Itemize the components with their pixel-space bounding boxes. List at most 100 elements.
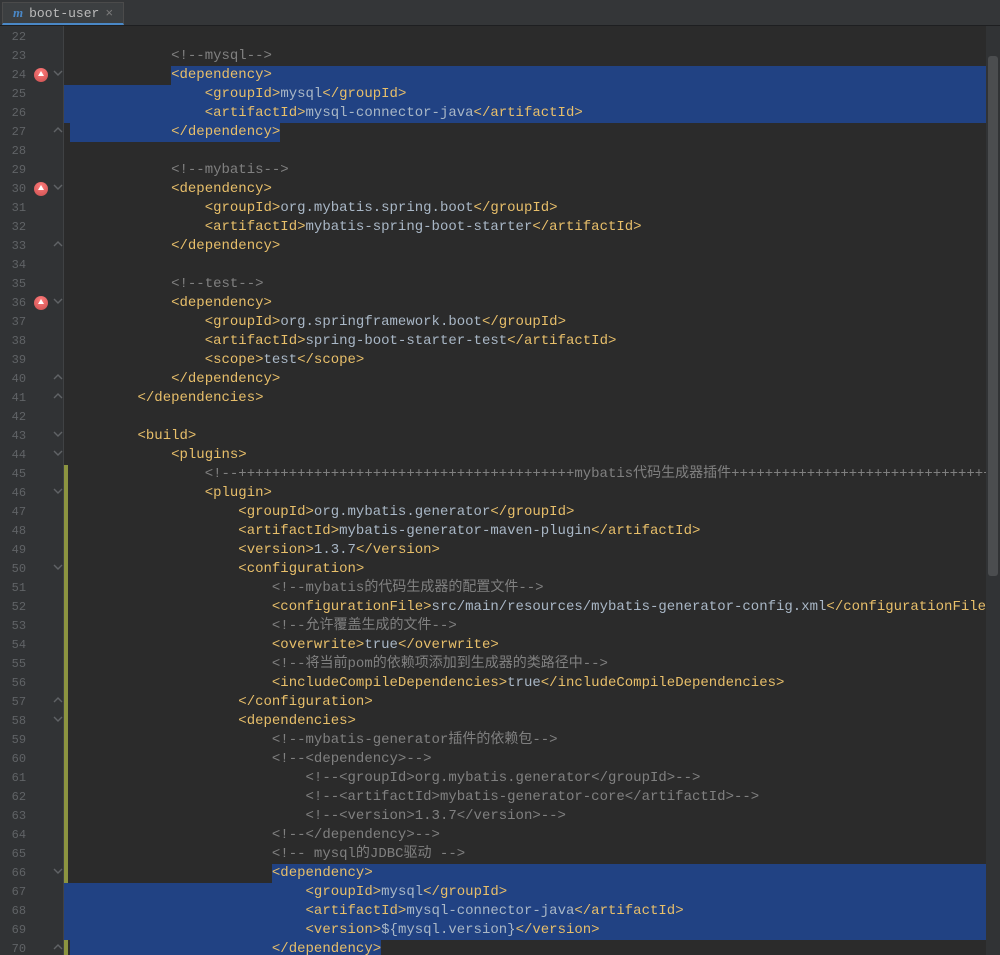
code-line[interactable]: <!--mysql--> (64, 47, 1000, 66)
fold-cell[interactable] (52, 294, 63, 313)
code-line[interactable]: </dependency> (64, 123, 1000, 142)
line-number: 59 (0, 731, 34, 750)
code-line[interactable]: <dependency> (64, 864, 1000, 883)
fold-cell[interactable] (52, 123, 63, 142)
vcs-change-marker (64, 598, 68, 617)
line-number: 50 (0, 560, 34, 579)
fold-cell (52, 579, 63, 598)
gutter-icon-cell (34, 47, 52, 66)
code-line[interactable]: <overwrite>true</overwrite> (64, 636, 1000, 655)
fold-gutter[interactable] (52, 26, 64, 955)
editor-area[interactable]: 2223242526272829303132333435363738394041… (0, 26, 1000, 955)
code-line[interactable]: <dependency> (64, 180, 1000, 199)
line-number: 32 (0, 218, 34, 237)
code-line[interactable]: <dependencies> (64, 712, 1000, 731)
code-line[interactable]: </dependency> (64, 940, 1000, 955)
code-line[interactable]: <plugin> (64, 484, 1000, 503)
code-line[interactable]: <!-- mysql的JDBC驱动 --> (64, 845, 1000, 864)
vcs-change-marker (64, 864, 68, 883)
fold-cell[interactable] (52, 693, 63, 712)
code-line[interactable]: <groupId>org.springframework.boot</group… (64, 313, 1000, 332)
code-line[interactable]: <!--test--> (64, 275, 1000, 294)
code-line[interactable]: </dependency> (64, 370, 1000, 389)
code-line[interactable]: <dependency> (64, 294, 1000, 313)
fold-cell[interactable] (52, 180, 63, 199)
code-line[interactable]: <includeCompileDependencies>true</includ… (64, 674, 1000, 693)
gutter-icon-cell (34, 579, 52, 598)
code-line[interactable]: <!--mybatis的代码生成器的配置文件--> (64, 579, 1000, 598)
tab-boot-user[interactable]: m boot-user × (2, 2, 124, 25)
vcs-change-marker (64, 750, 68, 769)
fold-cell[interactable] (52, 370, 63, 389)
code-line[interactable]: <groupId>mysql</groupId> (64, 883, 1000, 902)
code-line[interactable]: <!--<artifactId>mybatis-generator-core</… (64, 788, 1000, 807)
vcs-change-marker (64, 807, 68, 826)
close-icon[interactable]: × (105, 7, 113, 20)
vcs-change-marker (64, 560, 68, 579)
code-line[interactable]: <!--</dependency>--> (64, 826, 1000, 845)
fold-cell (52, 807, 63, 826)
gutter-icon-cell (34, 541, 52, 560)
code-line[interactable]: <configurationFile>src/main/resources/my… (64, 598, 1000, 617)
tab-bar: m boot-user × (0, 0, 1000, 26)
fold-cell (52, 256, 63, 275)
code-line[interactable] (64, 408, 1000, 427)
code-line[interactable]: <version>${mysql.version}</version> (64, 921, 1000, 940)
code-line[interactable]: <!--允许覆盖生成的文件--> (64, 617, 1000, 636)
code-line[interactable]: <artifactId>mybatis-spring-boot-starter<… (64, 218, 1000, 237)
code-line[interactable]: <artifactId>mysql-connector-java</artifa… (64, 902, 1000, 921)
fold-cell (52, 617, 63, 636)
code-line[interactable]: <artifactId>spring-boot-starter-test</ar… (64, 332, 1000, 351)
code-line[interactable]: <!--<version>1.3.7</version>--> (64, 807, 1000, 826)
code-line[interactable]: <artifactId>mybatis-generator-maven-plug… (64, 522, 1000, 541)
implementing-up-icon[interactable] (34, 68, 48, 82)
code-line[interactable]: <!--将当前pom的依赖项添加到生成器的类路径中--> (64, 655, 1000, 674)
code-line[interactable] (64, 256, 1000, 275)
code-line[interactable] (64, 142, 1000, 161)
fold-cell[interactable] (52, 237, 63, 256)
fold-cell[interactable] (52, 389, 63, 408)
fold-cell[interactable] (52, 940, 63, 955)
gutter-icon-cell (34, 522, 52, 541)
code-line[interactable]: <!--<dependency>--> (64, 750, 1000, 769)
fold-cell (52, 351, 63, 370)
code-line[interactable]: <!--mybatis-generator插件的依赖包--> (64, 731, 1000, 750)
line-number: 47 (0, 503, 34, 522)
fold-cell[interactable] (52, 560, 63, 579)
code-line[interactable]: <plugins> (64, 446, 1000, 465)
code-line[interactable]: </dependencies> (64, 389, 1000, 408)
code-line[interactable]: <configuration> (64, 560, 1000, 579)
fold-cell[interactable] (52, 446, 63, 465)
vertical-scrollbar[interactable] (986, 26, 1000, 955)
fold-cell[interactable] (52, 427, 63, 446)
fold-cell[interactable] (52, 712, 63, 731)
code-line[interactable]: <!--<groupId>org.mybatis.generator</grou… (64, 769, 1000, 788)
line-number: 24 (0, 66, 34, 85)
implementing-up-icon[interactable] (34, 296, 48, 310)
code-line[interactable]: <build> (64, 427, 1000, 446)
code-line[interactable]: </configuration> (64, 693, 1000, 712)
gutter-icon-cell (34, 218, 52, 237)
code-line[interactable]: <dependency> (64, 66, 1000, 85)
fold-cell[interactable] (52, 864, 63, 883)
code-line[interactable]: </dependency> (64, 237, 1000, 256)
code-line[interactable]: <artifactId>mysql-connector-java</artifa… (64, 104, 1000, 123)
code-line[interactable]: <!--mybatis--> (64, 161, 1000, 180)
code-area[interactable]: <!--mysql--> <dependency> <groupId>mysql… (64, 26, 1000, 955)
code-line[interactable]: <groupId>org.mybatis.generator</groupId> (64, 503, 1000, 522)
scrollbar-thumb[interactable] (988, 56, 998, 576)
fold-cell (52, 788, 63, 807)
fold-cell[interactable] (52, 66, 63, 85)
code-line[interactable]: <version>1.3.7</version> (64, 541, 1000, 560)
line-number: 66 (0, 864, 34, 883)
code-line[interactable] (64, 28, 1000, 47)
gutter-icon-cell (34, 617, 52, 636)
code-line[interactable]: <scope>test</scope> (64, 351, 1000, 370)
code-line[interactable]: <groupId>mysql</groupId> (64, 85, 1000, 104)
fold-cell (52, 408, 63, 427)
code-line[interactable]: <groupId>org.mybatis.spring.boot</groupI… (64, 199, 1000, 218)
fold-cell[interactable] (52, 484, 63, 503)
code-line[interactable]: <!--++++++++++++++++++++++++++++++++++++… (64, 465, 1000, 484)
gutter-icon-cell (34, 28, 52, 47)
implementing-up-icon[interactable] (34, 182, 48, 196)
